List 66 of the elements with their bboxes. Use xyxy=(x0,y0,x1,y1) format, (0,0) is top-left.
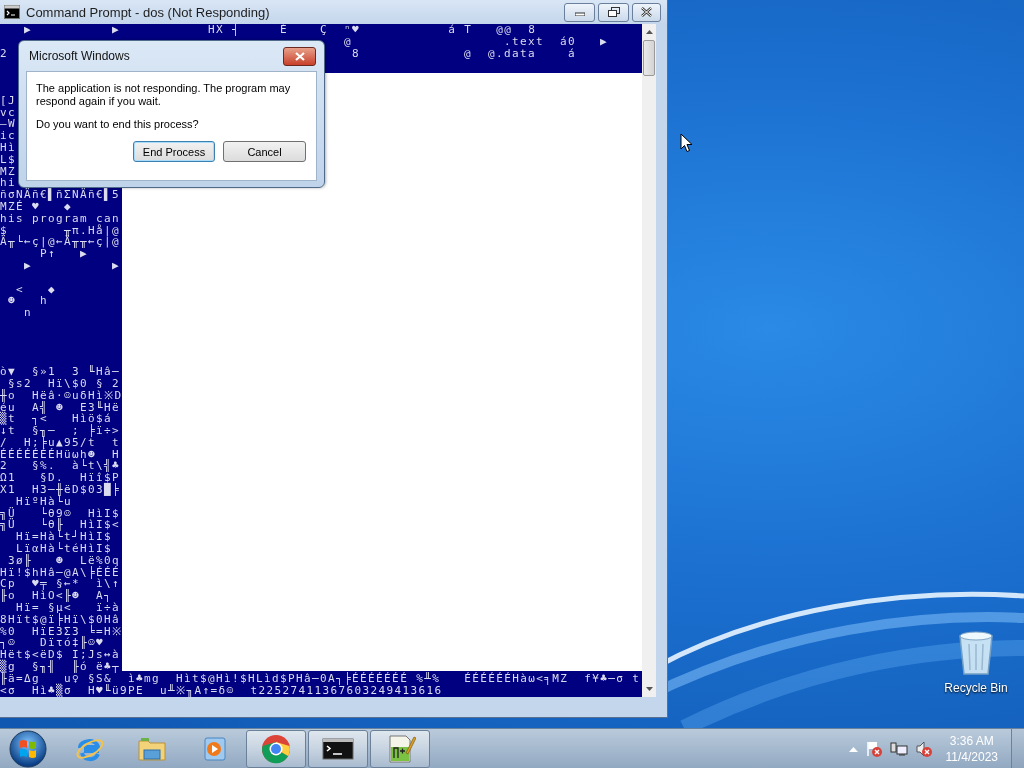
recycle-bin-icon[interactable] xyxy=(957,630,995,676)
flag-error-icon[interactable] xyxy=(864,739,883,758)
console-line: X1 H3─╫ëD$03█╞ xyxy=(0,484,121,496)
console-line: ☻ h xyxy=(7,295,48,308)
mouse-pointer-icon xyxy=(680,133,693,153)
console-line: —W xyxy=(0,118,16,131)
network-icon[interactable] xyxy=(889,740,908,757)
console-icon xyxy=(4,5,20,19)
window-title: Command Prompt - dos (Not Responding) xyxy=(26,4,270,20)
close-icon xyxy=(641,7,652,17)
console-line: ▶ ▶ HX ┤ É Ç ⁿ♥ á T @@ 8 xyxy=(23,24,537,36)
console-line: Hï!$hHâ─@A\╞ÉÉÉ xyxy=(0,566,121,579)
console-line: hi xyxy=(0,177,16,190)
console-line: ic xyxy=(0,130,16,142)
close-button[interactable] xyxy=(632,2,661,22)
console-line: MZ xyxy=(0,165,16,178)
console-line: ò▼ §»1 3 ╙Hâ─ xyxy=(0,366,121,378)
console-line: L$ xyxy=(0,153,16,166)
close-button[interactable] xyxy=(283,46,316,66)
console-line: ↓t §╖─ ; ╞ï÷> xyxy=(0,425,121,437)
console-line: ▒t ┐< Hìö$á xyxy=(0,413,113,426)
console-line: < ◆ xyxy=(15,283,57,296)
console-line: [J xyxy=(0,94,16,107)
console-line: §s2 Hï\$0 § 2 xyxy=(8,377,121,390)
chrome-icon xyxy=(260,732,292,765)
console-line: ▶ ▶ xyxy=(23,259,121,272)
console-line: his program can xyxy=(0,212,121,225)
close-icon xyxy=(294,51,305,61)
console-line: HïºHà└u xyxy=(15,495,73,508)
down-arrow-icon xyxy=(645,687,653,691)
dialog-title: Microsoft Windows xyxy=(29,49,130,63)
console-line: Hì xyxy=(0,141,16,154)
console-line: 8Hït$@ï╞Hï\$0Hâ xyxy=(0,613,121,626)
console-line: 2 §%. à└t\╣♣ xyxy=(0,460,121,473)
console-line: 2 xyxy=(0,46,8,60)
console-line: ▒g §╖╢ ╟ó ë♣┬ xyxy=(0,661,121,673)
taskbar-button[interactable] xyxy=(370,729,430,768)
minimize-button[interactable] xyxy=(564,2,595,22)
console-line: @ .text á0 ▶ xyxy=(343,35,609,48)
up-arrow-icon xyxy=(645,30,653,34)
scroll-thumb[interactable] xyxy=(643,40,655,76)
restore-button[interactable] xyxy=(598,2,629,22)
console-line: ┐☺ Dïτó‡╟☺♥ xyxy=(0,637,105,650)
console-line: vc xyxy=(0,106,16,119)
console-line: / H;╞u▲95/t t xyxy=(0,436,121,449)
start-button[interactable] xyxy=(8,728,48,768)
restore-icon xyxy=(607,7,620,17)
console-line: 8 @ @.data á xyxy=(351,47,577,60)
console-line: MZÉ ♥ ◆ xyxy=(0,200,73,213)
console-line: ╟o HìO<╟☻ A┐ xyxy=(0,590,113,603)
console-line: ñσNÄñ€▌ñΣNÄñ€▌5 xyxy=(0,189,121,201)
desktop-icon-label[interactable]: Recycle Bin xyxy=(944,681,1008,695)
console-line: Ä╥└←ç|@←Ä╥╥←ç|@ xyxy=(0,236,121,249)
console-line: LïαHà└téHìI$ xyxy=(16,543,113,555)
console-line: P↑ ▶ xyxy=(40,248,89,260)
dialog-button[interactable]: End Process xyxy=(133,141,215,162)
console-line: <σ Hì♣▒σ H♥╙ü9PE u╨※╖A↑=δ☺ t22527411367603249413616 xyxy=(0,684,444,697)
console-line: ╫o Hëâ·☺uδHì※D xyxy=(0,389,123,402)
dialog-question: Do you want to end this process? xyxy=(36,118,200,131)
console-line: Hï= §µ< ï÷à xyxy=(16,602,121,614)
console-line: n xyxy=(23,307,32,319)
speaker-muted-icon[interactable] xyxy=(914,739,933,758)
taskbar-button[interactable] xyxy=(308,729,368,768)
dialog-message: The application is not responding. The program may respond again if you wait. xyxy=(36,82,292,108)
dialog-button[interactable]: Cancel xyxy=(223,141,306,162)
console-line: 3ø╟ ☻ Lë%0q xyxy=(8,554,121,567)
